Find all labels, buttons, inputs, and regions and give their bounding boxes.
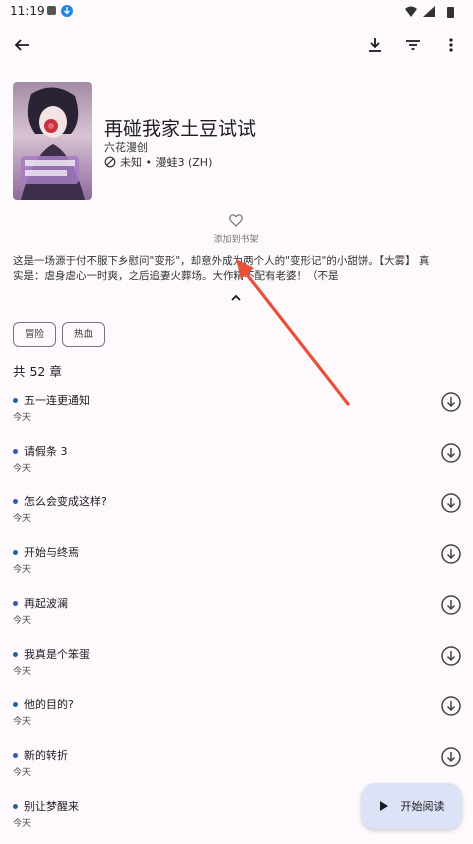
- manga-cover[interactable]: [13, 82, 92, 200]
- download-chapter-icon[interactable]: [440, 594, 462, 616]
- add-to-library-button[interactable]: 添加到书架: [206, 212, 266, 246]
- download-chapter-icon[interactable]: [440, 391, 462, 413]
- chapter-count: 共 52 章: [13, 364, 62, 379]
- chapter-title: 再起波澜: [24, 596, 68, 610]
- manga-author: 六花漫创: [104, 141, 148, 154]
- chevron-up-icon: [231, 294, 241, 301]
- chapter-date: 今天: [13, 818, 32, 829]
- unread-dot: [13, 499, 18, 505]
- manga-meta: 未知 • 漫蛙3 (ZH): [104, 154, 212, 170]
- download-chapter-icon[interactable]: [440, 746, 462, 768]
- chapter-title: 五一连更通知: [24, 394, 90, 407]
- chapter-row[interactable]: 请假条 3 今天: [0, 439, 473, 489]
- add-to-library-label: 添加到书架: [213, 235, 259, 245]
- genre-tag[interactable]: 冒险: [13, 322, 57, 347]
- system-status-icons: [405, 6, 454, 18]
- heart-outline-icon: [229, 214, 243, 227]
- manga-description[interactable]: 这是一场源于付不服下乡慰问"变形"，却意外成为两个人的"变形记"的小甜饼。【大雾…: [13, 254, 463, 284]
- chapter-title: 新的转折: [24, 748, 68, 762]
- download-chapter-icon[interactable]: [440, 442, 462, 464]
- unread-dot: [13, 600, 18, 606]
- chapter-title: 他的目的?: [24, 698, 74, 712]
- chapter-date: 今天: [13, 717, 32, 728]
- download-chapter-icon[interactable]: [440, 492, 462, 514]
- start-reading-button[interactable]: 开始阅读: [361, 783, 462, 829]
- status-time: 11:19: [10, 4, 45, 18]
- unread-dot: [13, 550, 18, 556]
- top-app-bar: [0, 24, 473, 66]
- start-reading-label: 开始阅读: [400, 800, 445, 813]
- unread-dot: [13, 752, 18, 758]
- chapter-title: 别让梦醒来: [24, 799, 79, 813]
- chapter-row[interactable]: 怎么会变成这样? 今天: [0, 489, 473, 539]
- chapter-date: 今天: [13, 767, 32, 778]
- download-icon: [369, 38, 381, 52]
- chapter-title: 我真是个笨蛋: [24, 647, 90, 661]
- unread-dot: [13, 448, 18, 454]
- chapter-row[interactable]: 开始与终焉今天: [0, 540, 473, 590]
- filter-button[interactable]: [398, 30, 428, 60]
- chapter-date: 今天: [13, 565, 32, 576]
- chapter-row[interactable]: 再起波澜今天: [0, 591, 473, 641]
- status-bar: 11:19: [0, 0, 473, 24]
- download-chapter-icon[interactable]: [440, 645, 462, 667]
- status-unknown-icon: [104, 156, 116, 168]
- chapter-row[interactable]: 他的目的? 今天: [0, 692, 473, 742]
- chapter-date: 今天: [13, 615, 32, 626]
- more-vert-icon: [449, 38, 453, 52]
- description-line: 实是：虐身虐心一时爽，之后追妻火葬场。大作精不配有老婆！（不是: [13, 270, 339, 282]
- chapter-date: 今天: [13, 514, 32, 525]
- filter-icon: [406, 40, 420, 50]
- download-button[interactable]: [360, 30, 390, 60]
- unread-dot: [13, 651, 18, 657]
- genre-tags: 冒险 热血: [13, 322, 106, 347]
- download-chapter-icon[interactable]: [440, 695, 462, 717]
- play-icon: [379, 801, 388, 811]
- collapse-description-button[interactable]: [226, 290, 246, 309]
- back-button[interactable]: [7, 30, 37, 60]
- more-options-button[interactable]: [436, 30, 466, 60]
- genre-tag[interactable]: 热血: [62, 322, 106, 347]
- manga-status-source: 未知 • 漫蛙3 (ZH): [120, 156, 213, 169]
- chapter-title: 开始与终焉: [24, 546, 79, 560]
- notification-icons: [47, 5, 73, 17]
- description-line: 这是一场源于付不服下乡慰问"变形"，却意外成为两个人的"变形记"的小甜饼。【大雾…: [13, 255, 430, 267]
- download-chapter-icon[interactable]: [440, 543, 462, 565]
- unread-dot: [13, 702, 18, 708]
- chapter-date: 今天: [13, 463, 32, 474]
- arrow-back-icon: [14, 39, 29, 51]
- chapter-title: 请假条 3: [24, 444, 68, 458]
- manga-title: 再碰我家土豆试试: [104, 118, 257, 140]
- chapter-date: 今天: [13, 413, 32, 423]
- chapter-row[interactable]: 五一连更通知今天: [0, 388, 473, 438]
- unread-dot: [13, 398, 18, 403]
- chapter-title: 怎么会变成这样?: [24, 495, 107, 509]
- cover-image: [13, 82, 92, 200]
- chapter-date: 今天: [13, 666, 32, 677]
- unread-dot: [13, 803, 18, 809]
- chapter-row[interactable]: 我真是个笨蛋今天: [0, 642, 473, 692]
